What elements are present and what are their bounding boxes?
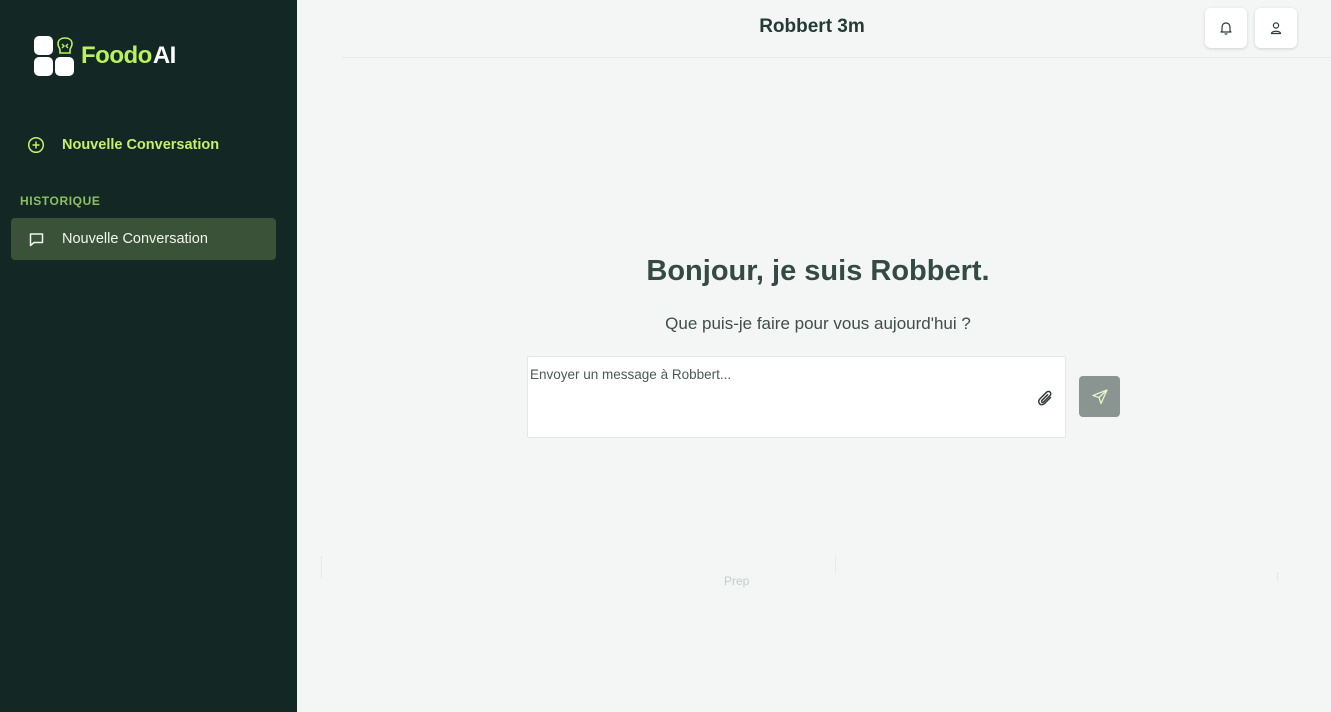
decorative-line bbox=[321, 556, 322, 578]
history-item-nouvelle-conversation[interactable]: Nouvelle Conversation bbox=[11, 218, 276, 260]
logo-mark bbox=[34, 36, 75, 76]
logo-brand: Foodo bbox=[81, 42, 152, 69]
bell-icon bbox=[1220, 22, 1232, 35]
send-button[interactable] bbox=[1079, 376, 1120, 417]
history-item-label: Nouvelle Conversation bbox=[62, 231, 208, 247]
app-window: FoodoAI Nouvelle Conversation HISTORIQUE… bbox=[0, 0, 1331, 712]
paperclip-icon bbox=[1037, 390, 1052, 406]
brain-icon bbox=[57, 37, 73, 54]
chat-bubble-icon bbox=[29, 232, 44, 246]
logo: FoodoAI bbox=[34, 36, 176, 76]
user-profile-button[interactable] bbox=[1255, 8, 1297, 48]
new-conversation-label: Nouvelle Conversation bbox=[62, 137, 220, 153]
faint-background-text: Prep bbox=[724, 574, 750, 588]
message-input[interactable] bbox=[528, 357, 1065, 437]
plus-circle-icon bbox=[27, 136, 45, 154]
sidebar: FoodoAI Nouvelle Conversation HISTORIQUE… bbox=[0, 0, 297, 712]
user-icon bbox=[1270, 22, 1282, 35]
page-title: Robbert 3m bbox=[759, 16, 865, 37]
greeting-heading: Bonjour, je suis Robbert. bbox=[646, 255, 990, 287]
new-conversation-button[interactable]: Nouvelle Conversation bbox=[27, 136, 219, 154]
attach-button[interactable] bbox=[1035, 387, 1057, 411]
logo-suffix: AI bbox=[152, 42, 177, 69]
greeting-subtitle: Que puis-je faire pour vous aujourd'hui … bbox=[665, 314, 971, 333]
decorative-line bbox=[835, 556, 836, 574]
logo-text: FoodoAI bbox=[81, 42, 176, 70]
notifications-button[interactable] bbox=[1205, 8, 1247, 48]
message-input-container bbox=[527, 356, 1066, 438]
history-section-label: HISTORIQUE bbox=[20, 194, 101, 208]
send-icon bbox=[1091, 388, 1108, 404]
decorative-line bbox=[1277, 572, 1278, 582]
main-panel: Robbert 3m Bonjour, je suis Robbert. Que… bbox=[297, 0, 1331, 712]
header-divider bbox=[342, 57, 1331, 58]
